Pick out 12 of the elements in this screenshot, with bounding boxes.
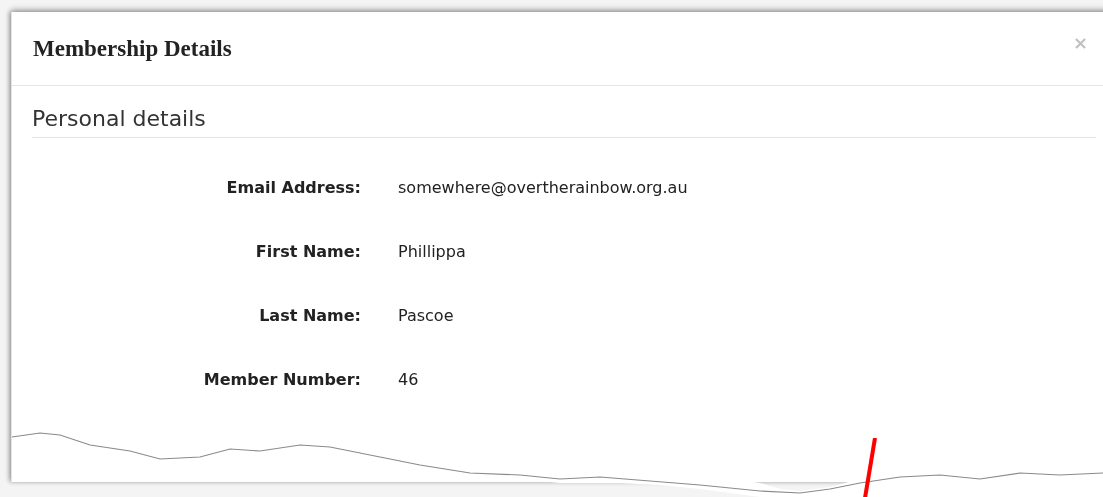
dialog-title: Membership Details [33,35,233,62]
field-label: Member Number: [202,369,361,389]
field-label: Email Address: [225,177,361,197]
field-label: First Name: [254,241,361,261]
field-value: Phillippa [398,241,466,261]
close-button[interactable]: × [1072,32,1088,53]
annotation-line [862,438,878,497]
field-value: Pascoe [398,305,454,325]
field-value: 46 [398,369,419,389]
section-heading: Personal details [32,106,1096,138]
field-value: somewhere@overtherainbow.org.au [398,177,688,197]
field-label: Last Name: [258,305,361,325]
